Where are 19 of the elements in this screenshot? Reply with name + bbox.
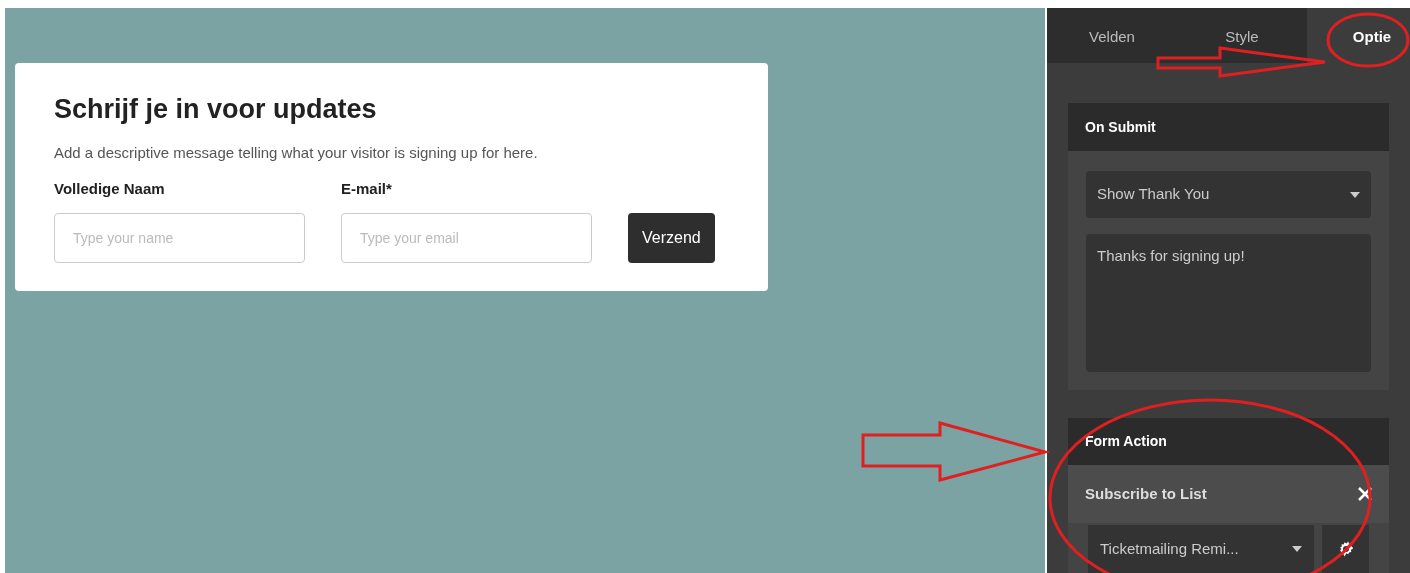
section-header: On Submit	[1068, 103, 1389, 151]
input-field[interactable]: Type your email	[341, 212, 592, 263]
form-title: Schrijf je in voor updates	[54, 93, 378, 126]
submit-button[interactable]: Verzend	[628, 212, 715, 263]
panel-tab[interactable]: Style	[1177, 8, 1307, 63]
field-label: E-mail*	[341, 179, 393, 199]
panel-tab[interactable]: Velden	[1047, 8, 1177, 63]
settings-button[interactable]	[1322, 525, 1369, 573]
section-header: Form Action	[1068, 418, 1389, 465]
caret-icon	[1292, 546, 1302, 552]
input-field[interactable]: Type your name	[54, 212, 305, 263]
action-label: Subscribe to List	[1085, 483, 1207, 504]
form-description: Add a descriptive message telling what your visitor is signing up for here.	[54, 142, 539, 163]
field-label: Volledige Naam	[54, 179, 166, 199]
dropdown[interactable]: Show Thank You	[1086, 171, 1371, 218]
close-icon[interactable]	[1358, 487, 1372, 501]
message-field[interactable]: Thanks for signing up!	[1086, 234, 1371, 372]
caret-icon	[1350, 191, 1360, 198]
dropdown[interactable]: Ticketmailing Remi...	[1088, 525, 1314, 573]
